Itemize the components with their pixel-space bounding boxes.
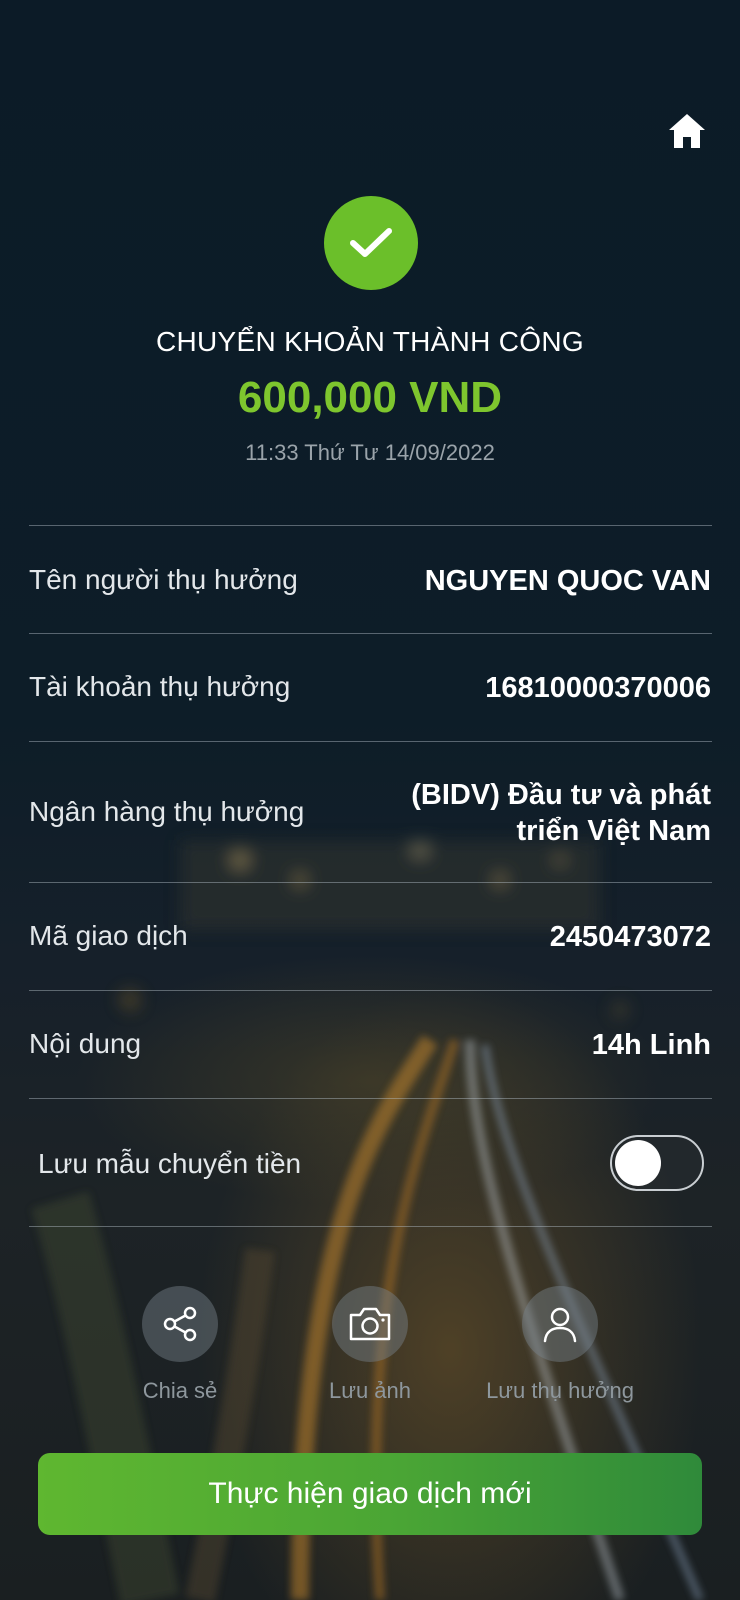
success-check-icon — [324, 196, 418, 290]
save-beneficiary-button[interactable]: Lưu thụ hưởng — [480, 1286, 640, 1404]
divider — [29, 741, 712, 742]
camera-icon-circle — [332, 1286, 408, 1362]
divider — [29, 882, 712, 883]
user-icon-circle — [522, 1286, 598, 1362]
transfer-success-screen: CHUYỂN KHOẢN THÀNH CÔNG 600,000 VND 11:3… — [0, 0, 740, 1600]
transfer-datetime: 11:33 Thứ Tư 14/09/2022 — [245, 440, 495, 465]
beneficiary-name-value: NGUYEN QUOC VAN — [424, 565, 711, 597]
divider — [29, 990, 712, 991]
new-transaction-button[interactable]: Thực hiện giao dịch mới — [38, 1453, 702, 1535]
beneficiary-bank-label: Ngân hàng thụ hưởng — [29, 796, 305, 827]
content-value: 14h Linh — [591, 1029, 711, 1061]
save-template-label: Lưu mẫu chuyển tiền — [38, 1148, 302, 1179]
transaction-id-value: 2450473072 — [549, 921, 711, 953]
save-template-toggle[interactable] — [610, 1135, 704, 1191]
beneficiary-bank-value-line2: triển Việt Nam — [516, 815, 711, 847]
content-label: Nội dung — [29, 1028, 142, 1059]
home-button[interactable] — [664, 108, 710, 154]
share-icon — [163, 1306, 197, 1342]
save-image-label: Lưu ảnh — [328, 1378, 412, 1403]
transfer-amount: 600,000 VND — [237, 373, 503, 422]
status-title: CHUYỂN KHOẢN THÀNH CÔNG — [156, 326, 584, 357]
beneficiary-account-value: 16810000370006 — [485, 672, 711, 704]
share-button[interactable]: Chia sẻ — [100, 1286, 260, 1404]
save-image-button[interactable]: Lưu ảnh — [290, 1286, 450, 1404]
divider — [29, 525, 712, 526]
divider — [29, 633, 712, 634]
share-icon-circle — [142, 1286, 218, 1362]
camera-icon — [349, 1307, 391, 1341]
home-icon — [669, 114, 705, 148]
beneficiary-account-label: Tài khoản thụ hưởng — [29, 671, 291, 702]
beneficiary-name-label: Tên người thụ hưởng — [29, 564, 298, 595]
beneficiary-bank-value-line1: (BIDV) Đầu tư và phát — [411, 779, 711, 811]
user-icon — [543, 1307, 577, 1343]
divider — [29, 1226, 712, 1227]
share-label: Chia sẻ — [142, 1378, 218, 1403]
toggle-knob — [615, 1140, 661, 1186]
divider — [29, 1098, 712, 1099]
transaction-id-label: Mã giao dịch — [29, 920, 188, 951]
save-beneficiary-label: Lưu thụ hưởng — [486, 1378, 634, 1403]
